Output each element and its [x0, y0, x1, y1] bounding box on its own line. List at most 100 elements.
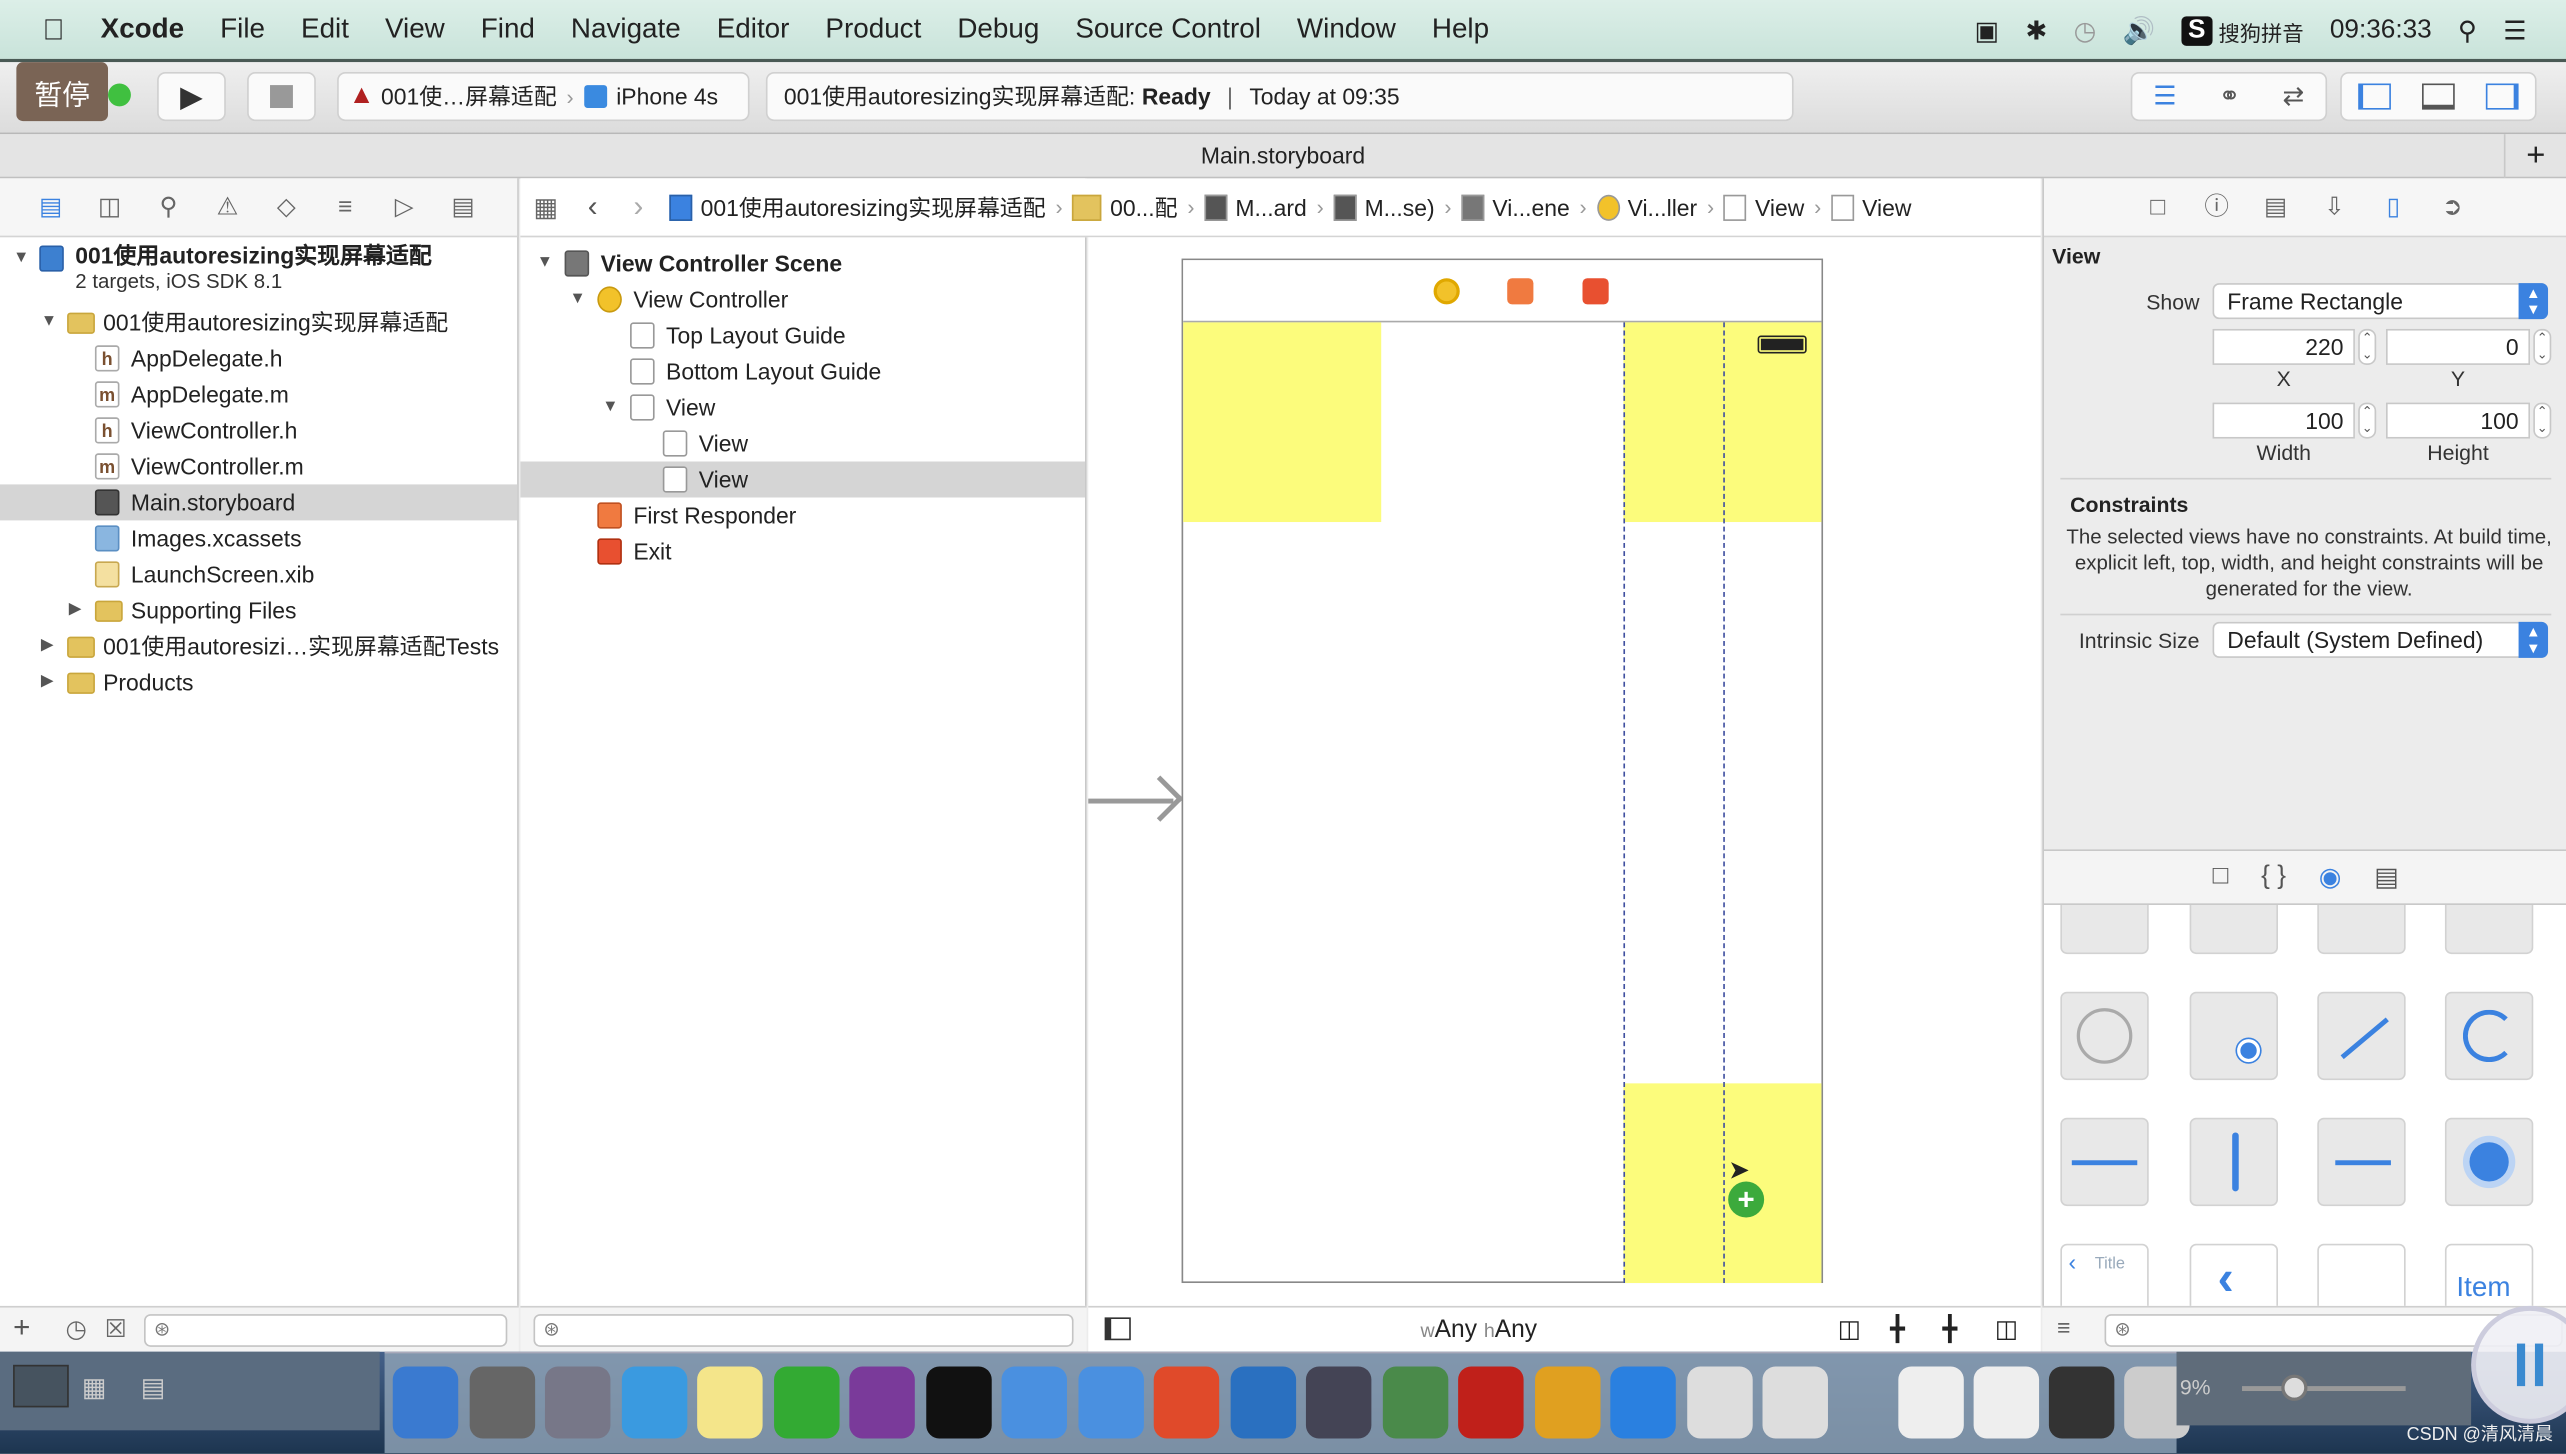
sogou-icon[interactable]: S — [2181, 16, 2212, 46]
dock-app-icon[interactable] — [773, 1366, 839, 1439]
disclosure-collapsed-icon[interactable]: ▶ — [41, 664, 54, 700]
dock-app-icon[interactable] — [1305, 1366, 1372, 1439]
time-machine-icon[interactable]: ◷ — [2074, 15, 2097, 48]
menu-navigate[interactable]: Navigate — [571, 13, 681, 46]
zoom-slider-track[interactable] — [2242, 1386, 2406, 1392]
y-field[interactable]: 0 — [2386, 328, 2531, 365]
library-item-image-view[interactable] — [2060, 904, 2149, 955]
debug-navigator-icon[interactable]: ≡ — [331, 192, 360, 221]
tree-item[interactable]: Main.storyboard — [0, 484, 518, 521]
dock-app-icon[interactable] — [849, 1366, 915, 1439]
tab-main-storyboard[interactable]: Main.storyboard — [1201, 142, 1365, 168]
disclosure-expanded-icon[interactable]: ▼ — [13, 241, 29, 277]
x-field[interactable]: 220 — [2212, 328, 2355, 365]
scm-filter-icon[interactable]: ☒ — [105, 1314, 127, 1344]
run-button[interactable]: ▶ — [157, 72, 226, 122]
menu-edit[interactable]: Edit — [301, 13, 349, 46]
view-controller-icon[interactable] — [1433, 278, 1460, 305]
file-inspector-icon[interactable]: □ — [2143, 192, 2172, 221]
resizing-behavior-icon[interactable]: ◫ — [1995, 1314, 2018, 1344]
recent-files-icon[interactable]: ◷ — [65, 1314, 86, 1344]
breadcrumb-view-controller[interactable]: Vi...ller — [1596, 193, 1697, 221]
width-field[interactable]: 100 — [2212, 402, 2355, 439]
list-icon[interactable]: ☰ — [2503, 15, 2526, 48]
tree-item[interactable]: First Responder — [520, 497, 1085, 533]
tree-item[interactable]: m AppDelegate.m — [0, 376, 517, 412]
assistant-editor-icon[interactable]: ⚭ — [2219, 80, 2241, 113]
toggle-utilities-icon[interactable] — [2486, 83, 2520, 110]
dock-app-icon[interactable] — [1153, 1366, 1220, 1439]
library-item-map[interactable] — [2444, 904, 2534, 955]
dock-app-icon[interactable] — [925, 1366, 991, 1439]
tree-item[interactable]: ▼ View Controller Scene — [520, 245, 1085, 281]
library-item-pinch-gesture[interactable] — [2317, 991, 2406, 1081]
library-item-toolbar[interactable] — [2317, 1243, 2406, 1306]
breadcrumb-view[interactable]: View — [1723, 193, 1804, 221]
stop-button[interactable] — [247, 72, 316, 122]
breadcrumb-folder[interactable]: 00...配 — [1072, 191, 1178, 224]
dock-app-icon[interactable] — [1382, 1366, 1448, 1439]
pin-icon[interactable]: ╋ — [1890, 1314, 1905, 1344]
toggle-navigator-icon[interactable] — [2357, 83, 2391, 110]
object-library-icon[interactable]: ◉ — [2319, 861, 2342, 894]
breadcrumb-storyboard[interactable]: M...ard — [1204, 193, 1307, 221]
breakpoint-navigator-icon[interactable]: ▷ — [389, 192, 418, 221]
size-class-control[interactable]: wAny hAny — [1420, 1316, 1537, 1344]
issue-navigator-icon[interactable]: ⚠ — [213, 192, 242, 221]
menu-editor[interactable]: Editor — [717, 13, 790, 46]
align-icon[interactable]: ◫ — [1838, 1314, 1861, 1344]
tree-item[interactable]: h AppDelegate.h — [0, 340, 517, 376]
standard-editor-icon[interactable]: ☰ — [2153, 80, 2176, 113]
size-inspector-icon[interactable]: ▯ — [2379, 192, 2408, 221]
menu-find[interactable]: Find — [481, 13, 535, 46]
breadcrumb-project[interactable]: 001使用autoresizing实现屏幕适配 — [669, 191, 1046, 224]
search-icon[interactable]: ⚲ — [2458, 15, 2477, 48]
tree-item[interactable]: ▶ Supporting Files — [0, 592, 517, 628]
menu-product[interactable]: Product — [825, 13, 921, 46]
tree-item[interactable]: Top Layout Guide — [520, 317, 1085, 353]
show-popup[interactable]: Frame Rectangle ▲ ▼ — [2212, 283, 2549, 320]
storyboard-canvas[interactable]: ➤ + — [1088, 237, 2041, 1306]
test-navigator-icon[interactable]: ◇ — [272, 192, 301, 221]
x-stepper[interactable]: ⌃ ⌄ — [2358, 328, 2377, 365]
dock-app-icon[interactable] — [1534, 1366, 1600, 1439]
library-item-screen-edge-pan[interactable] — [2317, 1117, 2406, 1207]
space-thumbnail[interactable] — [13, 1364, 69, 1408]
menu-help[interactable]: Help — [1432, 13, 1489, 46]
grid-icon[interactable]: ▦ — [82, 1371, 107, 1404]
library-item-rotation-gesture[interactable] — [2444, 991, 2534, 1081]
disclosure-collapsed-icon[interactable]: ▶ — [41, 628, 54, 664]
tree-item[interactable]: h ViewController.h — [0, 412, 517, 448]
input-method[interactable]: 搜狗拼音 — [2219, 16, 2304, 47]
grid-list-toggle-icon[interactable]: ≡ — [2057, 1314, 2070, 1340]
window-icon[interactable]: ▤ — [141, 1371, 166, 1404]
outline-filter-input[interactable]: ⊛ — [533, 1314, 1074, 1347]
media-library-icon[interactable]: ▤ — [2374, 861, 2399, 894]
dock-stack-icon[interactable] — [2048, 1366, 2115, 1439]
disclosure-collapsed-icon[interactable]: ▶ — [69, 592, 82, 628]
dock-stack-icon[interactable] — [1973, 1366, 2040, 1439]
menu-window[interactable]: Window — [1297, 13, 1396, 46]
dock-app-icon[interactable] — [1077, 1366, 1144, 1439]
toggle-outline-icon[interactable] — [1104, 1317, 1131, 1341]
tree-item[interactable]: ▼ 001使用autoresizing实现屏幕适配 — [0, 304, 517, 340]
tree-item[interactable]: ▶ 001使用autoresizi…实现屏幕适配Tests — [0, 628, 517, 664]
menu-source-control[interactable]: Source Control — [1075, 13, 1261, 46]
tree-item[interactable]: m ViewController.m — [0, 448, 517, 484]
tree-item[interactable]: Bottom Layout Guide — [520, 353, 1085, 389]
pause-badge[interactable]: 暂停 — [16, 62, 109, 122]
tree-item[interactable]: LaunchScreen.xib — [0, 556, 517, 592]
menu-debug[interactable]: Debug — [957, 13, 1039, 46]
zoom-slider-thumb[interactable] — [2281, 1374, 2308, 1401]
tree-item[interactable]: ▼ View Controller — [520, 281, 1085, 317]
library-item-navigation-item[interactable]: ‹ — [2189, 1243, 2279, 1306]
symbol-navigator-icon[interactable]: ◫ — [95, 192, 124, 221]
dock-app-icon[interactable] — [392, 1366, 459, 1439]
library-item-swipe-gesture[interactable] — [2060, 1117, 2149, 1207]
yellow-view-top-left[interactable] — [1183, 322, 1382, 523]
toggle-debug-area-icon[interactable] — [2421, 83, 2455, 110]
navigator-filter-input[interactable]: ⊛ — [144, 1314, 508, 1347]
screen-record-icon[interactable]: ▣ — [1975, 15, 2000, 48]
breadcrumb-view-selected[interactable]: View — [1831, 193, 1911, 221]
library-item-tap-gesture[interactable] — [2189, 991, 2279, 1081]
